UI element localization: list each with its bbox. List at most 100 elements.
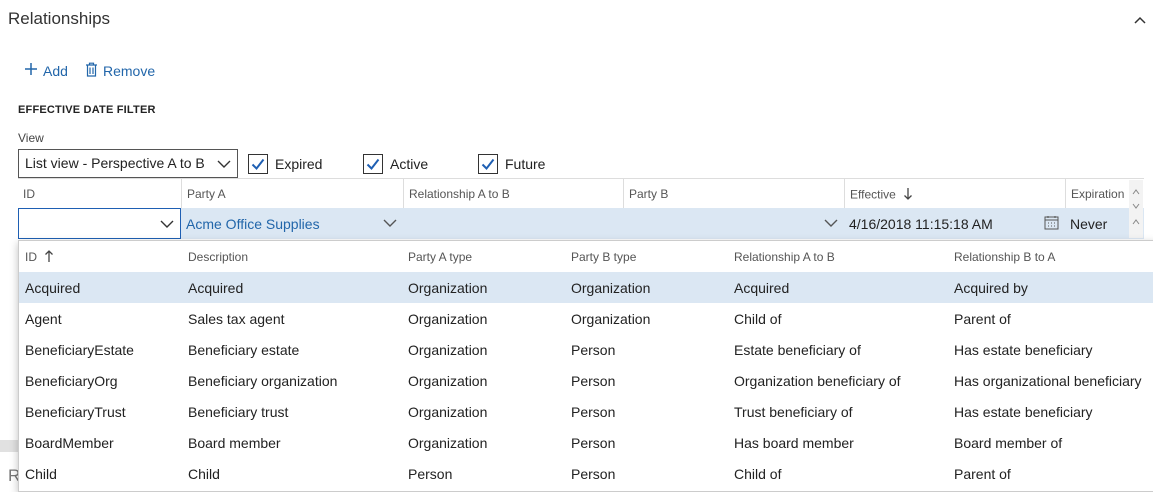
- chevron-down-icon: [217, 157, 231, 174]
- lookup-row[interactable]: Agent Sales tax agent Organization Organiza…: [19, 303, 1153, 334]
- view-select[interactable]: List view - Perspective A to B: [18, 149, 238, 178]
- lookup-row[interactable]: BeneficiaryOrg Beneficiary organization Or…: [19, 365, 1153, 396]
- lookup-cell-description: Child: [188, 466, 220, 482]
- lookup-row[interactable]: BeneficiaryEstate Beneficiary estate Organ…: [19, 334, 1153, 365]
- party-b-input[interactable]: [623, 208, 844, 239]
- sort-ascending-icon: [44, 249, 54, 266]
- edit-row: Acme Office Supplies 4/16/2018 11:15:18 …: [18, 208, 1144, 239]
- lookup-header-party-b-type[interactable]: Party B type: [571, 250, 636, 264]
- lookup-cell-description: Beneficiary estate: [188, 342, 300, 358]
- lookup-cell-relationship-b-to-a: Has estate beneficiary: [954, 404, 1093, 420]
- lookup-cell-relationship-a-to-b: Estate beneficiary of: [734, 342, 861, 358]
- lookup-cell-party-a-type: Organization: [408, 435, 488, 451]
- sort-descending-icon: [903, 187, 913, 204]
- expiration-input[interactable]: Never: [1065, 208, 1129, 239]
- relationship-input[interactable]: [403, 208, 623, 239]
- lookup-cell-relationship-a-to-b: Child of: [734, 311, 782, 327]
- lookup-cell-id: BeneficiaryEstate: [25, 342, 134, 358]
- lookup-cell-relationship-b-to-a: Has organizational beneficiary: [954, 373, 1142, 389]
- id-lookup-dropdown[interactable]: ID Description Party A type Party B type…: [18, 240, 1153, 492]
- view-label: View: [18, 131, 44, 145]
- lookup-cell-party-a-type: Organization: [408, 342, 488, 358]
- check-icon: [363, 154, 383, 174]
- future-checkbox[interactable]: Future: [478, 154, 545, 174]
- future-label: Future: [505, 156, 546, 172]
- column-header-expiration[interactable]: Expiration: [1065, 179, 1129, 209]
- chevron-down-icon[interactable]: [383, 216, 397, 233]
- lookup-cell-relationship-a-to-b: Child of: [734, 466, 782, 482]
- effective-input[interactable]: 4/16/2018 11:15:18 AM: [844, 208, 1065, 239]
- party-a-value: Acme Office Supplies: [186, 216, 320, 232]
- lookup-cell-relationship-b-to-a: Has estate beneficiary: [954, 342, 1093, 358]
- lookup-cell-id: Agent: [25, 311, 62, 327]
- lookup-row[interactable]: BeneficiaryTrust Beneficiary trust Organiz…: [19, 396, 1153, 427]
- id-input[interactable]: [18, 208, 181, 239]
- lookup-cell-party-a-type: Organization: [408, 373, 488, 389]
- lookup-cell-id: BeneficiaryTrust: [25, 404, 126, 420]
- lookup-row[interactable]: BoardMember Board member Organization Perso…: [19, 427, 1153, 458]
- lookup-cell-party-b-type: Person: [571, 342, 616, 358]
- party-a-input[interactable]: Acme Office Supplies: [181, 208, 403, 239]
- lookup-cell-description: Board member: [188, 435, 281, 451]
- scroll-up-icon[interactable]: [1132, 212, 1140, 230]
- vertical-scrollbar[interactable]: [1129, 180, 1143, 238]
- section-title: Relationships: [8, 9, 111, 28]
- expired-checkbox[interactable]: Expired: [248, 154, 322, 174]
- grid-header: ID Party A Relationship A to B Party B E…: [18, 178, 1144, 209]
- calendar-icon[interactable]: [1044, 215, 1059, 233]
- chevron-up-icon[interactable]: [1132, 12, 1148, 28]
- lookup-header-relationship-a-to-b[interactable]: Relationship A to B: [734, 250, 835, 264]
- lookup-cell-relationship-a-to-b: Trust beneficiary of: [734, 404, 853, 420]
- lookup-cell-party-b-type: Person: [571, 373, 616, 389]
- lookup-cell-party-a-type: Organization: [408, 404, 488, 420]
- lookup-cell-relationship-b-to-a: Parent of: [954, 311, 1011, 327]
- lookup-header-party-a-type[interactable]: Party A type: [408, 250, 472, 264]
- lookup-cell-description: Acquired: [188, 280, 244, 296]
- lookup-header-id[interactable]: ID: [25, 250, 54, 266]
- check-icon: [248, 154, 268, 174]
- column-header-effective[interactable]: Effective: [844, 179, 1065, 209]
- lookup-cell-relationship-a-to-b: Organization beneficiary of: [734, 373, 901, 389]
- lookup-cell-description: Sales tax agent: [188, 311, 285, 327]
- column-header-id[interactable]: ID: [18, 179, 181, 209]
- lookup-cell-relationship-a-to-b: Has board member: [734, 435, 854, 451]
- lookup-cell-relationship-b-to-a: Parent of: [954, 466, 1011, 482]
- lookup-row[interactable]: Acquired Acquired Organization Organization…: [19, 272, 1153, 303]
- lookup-cell-party-a-type: Organization: [408, 311, 488, 327]
- effective-value: 4/16/2018 11:15:18 AM: [849, 216, 993, 232]
- lookup-header-relationship-b-to-a[interactable]: Relationship B to A: [954, 250, 1055, 264]
- lookup-cell-party-b-type: Organization: [571, 311, 651, 327]
- column-header-party-a[interactable]: Party A: [181, 179, 403, 209]
- chevron-down-icon[interactable]: [160, 217, 174, 234]
- lookup-cell-relationship-a-to-b: Acquired: [734, 280, 790, 296]
- add-label: Add: [43, 62, 68, 79]
- column-header-relationship-a-to-b[interactable]: Relationship A to B: [403, 179, 623, 209]
- view-select-value: List view - Perspective A to B: [25, 155, 205, 171]
- remove-button[interactable]: Remove: [85, 62, 155, 80]
- plus-icon: [24, 62, 38, 79]
- chevron-down-icon[interactable]: [824, 216, 838, 233]
- active-checkbox[interactable]: Active: [363, 154, 428, 174]
- lookup-header-id-label: ID: [25, 250, 37, 264]
- active-label: Active: [390, 156, 429, 172]
- remove-label: Remove: [103, 63, 156, 79]
- column-header-party-b[interactable]: Party B: [623, 179, 844, 209]
- lookup-cell-party-b-type: Person: [571, 404, 616, 420]
- lookup-cell-party-b-type: Organization: [571, 280, 651, 296]
- background-strip: [0, 440, 18, 452]
- check-icon: [478, 154, 498, 174]
- effective-header-label: Effective: [850, 187, 896, 202]
- lookup-cell-id: BeneficiaryOrg: [25, 373, 118, 389]
- lookup-cell-description: Beneficiary trust: [188, 404, 289, 420]
- effective-date-filter-title: EFFECTIVE DATE FILTER: [18, 104, 156, 116]
- lookup-cell-id: BoardMember: [25, 435, 114, 451]
- lookup-cell-party-a-type: Person: [408, 466, 453, 482]
- add-button[interactable]: Add: [24, 62, 68, 79]
- lookup-row[interactable]: Child Child Person Person Child of Parent of: [19, 458, 1153, 489]
- lookup-cell-id: Child: [25, 466, 57, 482]
- expired-label: Expired: [275, 156, 323, 172]
- lookup-cell-relationship-b-to-a: Acquired by: [954, 280, 1028, 296]
- lookup-cell-party-a-type: Organization: [408, 280, 488, 296]
- lookup-header-description[interactable]: Description: [188, 250, 248, 264]
- trash-icon: [85, 62, 98, 80]
